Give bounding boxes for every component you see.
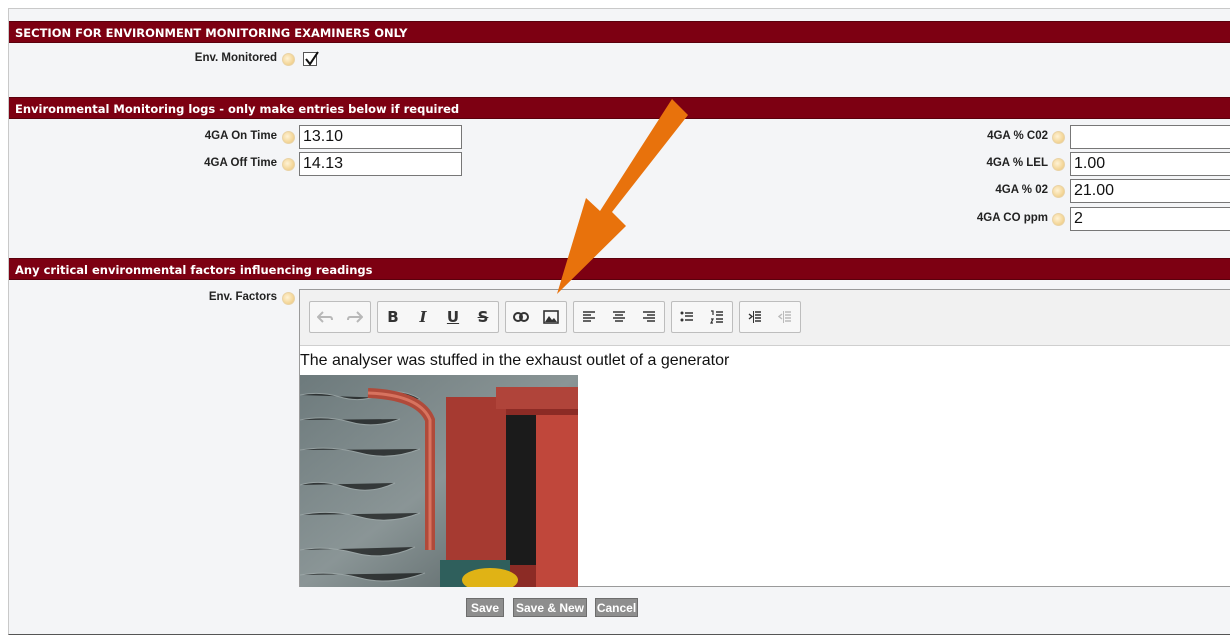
o2-input[interactable]: 21.00 <box>1070 179 1230 203</box>
help-icon[interactable] <box>282 292 295 305</box>
undo-button[interactable] <box>310 302 340 332</box>
outdent-icon <box>778 311 791 323</box>
lel-input[interactable]: 1.00 <box>1070 152 1230 176</box>
help-icon[interactable] <box>1052 213 1065 226</box>
image-icon <box>543 310 559 324</box>
strikethrough-button[interactable]: S <box>468 302 498 332</box>
bold-button[interactable]: B <box>378 302 408 332</box>
bullet-list-icon <box>680 311 693 322</box>
editor-toolbar: B I U S <box>300 290 1230 346</box>
help-icon[interactable] <box>1052 158 1065 171</box>
align-left-button[interactable] <box>574 302 604 332</box>
o2-label: 4GA % 02 <box>995 184 1048 196</box>
insert-image-button[interactable] <box>536 302 566 332</box>
list-group <box>671 301 733 333</box>
align-center-button[interactable] <box>604 302 634 332</box>
help-icon[interactable] <box>1052 185 1065 198</box>
editor-text: The analyser was stuffed in the exhaust … <box>300 352 730 369</box>
bullet-list-button[interactable] <box>672 302 702 332</box>
co-ppm-label: 4GA CO ppm <box>976 212 1048 224</box>
history-group <box>309 301 371 333</box>
link-button[interactable] <box>506 302 536 332</box>
section-header-examiners: SECTION FOR ENVIRONMENT MONITORING EXAMI… <box>9 21 1230 43</box>
section-header-factors: Any critical environmental factors influ… <box>9 258 1230 280</box>
on-time-input[interactable]: 13.10 <box>299 125 462 149</box>
lel-label: 4GA % LEL <box>986 157 1048 169</box>
on-time-label: 4GA On Time <box>204 130 277 142</box>
save-button[interactable]: Save <box>466 598 504 617</box>
embedded-photo <box>300 375 578 587</box>
help-icon[interactable] <box>282 53 295 66</box>
co2-input[interactable] <box>1070 125 1230 149</box>
help-icon[interactable] <box>282 158 295 171</box>
undo-icon <box>317 311 333 323</box>
align-center-icon <box>613 311 625 322</box>
off-time-input[interactable]: 14.13 <box>299 152 462 176</box>
help-icon[interactable] <box>282 131 295 144</box>
insert-group <box>505 301 567 333</box>
save-new-button[interactable]: Save & New <box>513 598 587 617</box>
numbered-list-icon <box>710 310 723 324</box>
align-group <box>573 301 665 333</box>
indent-group <box>739 301 801 333</box>
co-ppm-input[interactable]: 2 <box>1070 207 1230 231</box>
link-icon <box>513 312 529 322</box>
off-time-label: 4GA Off Time <box>204 157 277 169</box>
redo-button[interactable] <box>340 302 370 332</box>
help-icon[interactable] <box>1052 131 1065 144</box>
format-group: B I U S <box>377 301 499 333</box>
env-monitored-checkbox[interactable] <box>303 51 319 66</box>
outdent-button[interactable] <box>770 302 800 332</box>
align-right-icon <box>643 311 655 322</box>
underline-button[interactable]: U <box>438 302 468 332</box>
indent-button[interactable] <box>740 302 770 332</box>
checkmark-icon <box>305 51 319 66</box>
numbered-list-button[interactable] <box>702 302 732 332</box>
section-header-logs: Environmental Monitoring logs - only mak… <box>9 97 1230 119</box>
env-factors-label: Env. Factors <box>208 291 277 303</box>
italic-button[interactable]: I <box>408 302 438 332</box>
redo-icon <box>347 311 363 323</box>
align-left-icon <box>583 311 595 322</box>
env-monitored-label: Env. Monitored <box>194 52 277 64</box>
co2-label: 4GA % C02 <box>987 130 1048 142</box>
cancel-button[interactable]: Cancel <box>595 598 638 617</box>
indent-icon <box>748 311 761 323</box>
align-right-button[interactable] <box>634 302 664 332</box>
rich-text-editor[interactable]: B I U S The analyser was stuffed in the … <box>299 289 1230 587</box>
